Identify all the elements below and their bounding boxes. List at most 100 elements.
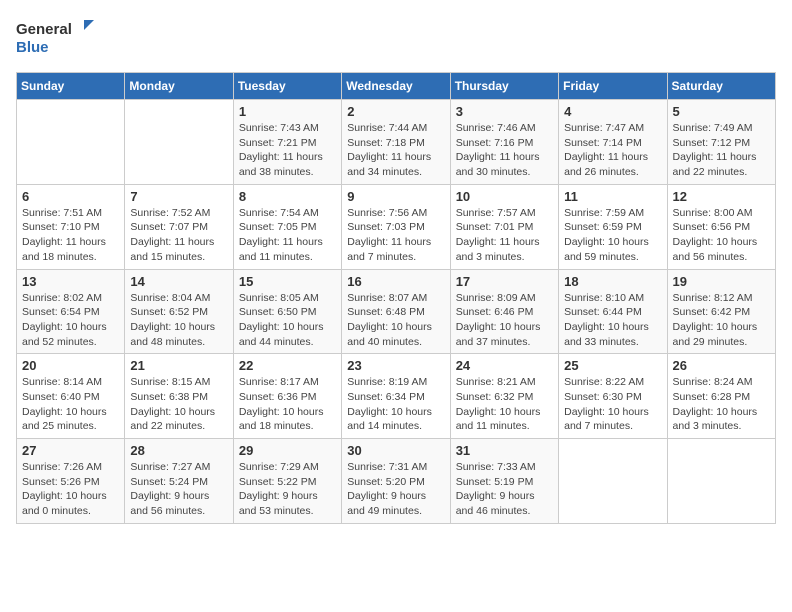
day-number: 3 bbox=[456, 104, 553, 119]
day-number: 4 bbox=[564, 104, 661, 119]
day-info: Sunrise: 8:14 AM Sunset: 6:40 PM Dayligh… bbox=[22, 375, 119, 434]
header-row: SundayMondayTuesdayWednesdayThursdayFrid… bbox=[17, 73, 776, 100]
day-number: 24 bbox=[456, 358, 553, 373]
day-number: 25 bbox=[564, 358, 661, 373]
day-info: Sunrise: 8:22 AM Sunset: 6:30 PM Dayligh… bbox=[564, 375, 661, 434]
day-info: Sunrise: 7:56 AM Sunset: 7:03 PM Dayligh… bbox=[347, 206, 444, 265]
day-info: Sunrise: 7:47 AM Sunset: 7:14 PM Dayligh… bbox=[564, 121, 661, 180]
day-cell: 29 Sunrise: 7:29 AM Sunset: 5:22 PM Dayli… bbox=[233, 439, 341, 524]
day-cell bbox=[17, 100, 125, 185]
week-row-1: 1 Sunrise: 7:43 AM Sunset: 7:21 PM Daylig… bbox=[17, 100, 776, 185]
day-info: Sunrise: 8:05 AM Sunset: 6:50 PM Dayligh… bbox=[239, 291, 336, 350]
day-number: 2 bbox=[347, 104, 444, 119]
day-info: Sunrise: 7:29 AM Sunset: 5:22 PM Dayligh… bbox=[239, 460, 336, 519]
column-header-friday: Friday bbox=[559, 73, 667, 100]
day-info: Sunrise: 7:33 AM Sunset: 5:19 PM Dayligh… bbox=[456, 460, 553, 519]
page-header: General Blue bbox=[16, 16, 776, 60]
day-number: 22 bbox=[239, 358, 336, 373]
day-info: Sunrise: 7:59 AM Sunset: 6:59 PM Dayligh… bbox=[564, 206, 661, 265]
day-cell: 17 Sunrise: 8:09 AM Sunset: 6:46 PM Dayli… bbox=[450, 269, 558, 354]
day-number: 30 bbox=[347, 443, 444, 458]
week-row-3: 13 Sunrise: 8:02 AM Sunset: 6:54 PM Dayli… bbox=[17, 269, 776, 354]
column-header-sunday: Sunday bbox=[17, 73, 125, 100]
day-info: Sunrise: 7:57 AM Sunset: 7:01 PM Dayligh… bbox=[456, 206, 553, 265]
day-number: 6 bbox=[22, 189, 119, 204]
day-cell: 21 Sunrise: 8:15 AM Sunset: 6:38 PM Dayli… bbox=[125, 354, 233, 439]
day-number: 28 bbox=[130, 443, 227, 458]
day-number: 15 bbox=[239, 274, 336, 289]
day-cell: 22 Sunrise: 8:17 AM Sunset: 6:36 PM Dayli… bbox=[233, 354, 341, 439]
day-info: Sunrise: 7:54 AM Sunset: 7:05 PM Dayligh… bbox=[239, 206, 336, 265]
day-cell bbox=[559, 439, 667, 524]
day-info: Sunrise: 7:46 AM Sunset: 7:16 PM Dayligh… bbox=[456, 121, 553, 180]
day-info: Sunrise: 8:15 AM Sunset: 6:38 PM Dayligh… bbox=[130, 375, 227, 434]
day-info: Sunrise: 7:31 AM Sunset: 5:20 PM Dayligh… bbox=[347, 460, 444, 519]
week-row-4: 20 Sunrise: 8:14 AM Sunset: 6:40 PM Dayli… bbox=[17, 354, 776, 439]
day-info: Sunrise: 7:43 AM Sunset: 7:21 PM Dayligh… bbox=[239, 121, 336, 180]
day-cell: 4 Sunrise: 7:47 AM Sunset: 7:14 PM Daylig… bbox=[559, 100, 667, 185]
day-cell: 28 Sunrise: 7:27 AM Sunset: 5:24 PM Dayli… bbox=[125, 439, 233, 524]
column-header-monday: Monday bbox=[125, 73, 233, 100]
day-number: 5 bbox=[673, 104, 770, 119]
day-number: 12 bbox=[673, 189, 770, 204]
day-cell: 16Sunrise: 8:07 AM Sunset: 6:48 PM Dayli… bbox=[342, 269, 450, 354]
day-cell: 24 Sunrise: 8:21 AM Sunset: 6:32 PM Dayli… bbox=[450, 354, 558, 439]
day-number: 8 bbox=[239, 189, 336, 204]
day-info: Sunrise: 7:44 AM Sunset: 7:18 PM Dayligh… bbox=[347, 121, 444, 180]
day-cell: 23 Sunrise: 8:19 AM Sunset: 6:34 PM Dayli… bbox=[342, 354, 450, 439]
column-header-saturday: Saturday bbox=[667, 73, 775, 100]
day-info: Sunrise: 7:27 AM Sunset: 5:24 PM Dayligh… bbox=[130, 460, 227, 519]
day-number: 9 bbox=[347, 189, 444, 204]
day-cell bbox=[667, 439, 775, 524]
day-number: 21 bbox=[130, 358, 227, 373]
day-info: Sunrise: 8:10 AM Sunset: 6:44 PM Dayligh… bbox=[564, 291, 661, 350]
day-number: 14 bbox=[130, 274, 227, 289]
day-info: Sunrise: 7:52 AM Sunset: 7:07 PM Dayligh… bbox=[130, 206, 227, 265]
day-info: Sunrise: 8:21 AM Sunset: 6:32 PM Dayligh… bbox=[456, 375, 553, 434]
day-number: 26 bbox=[673, 358, 770, 373]
day-cell: 31Sunrise: 7:33 AM Sunset: 5:19 PM Dayli… bbox=[450, 439, 558, 524]
day-info: Sunrise: 8:12 AM Sunset: 6:42 PM Dayligh… bbox=[673, 291, 770, 350]
day-info: Sunrise: 8:09 AM Sunset: 6:46 PM Dayligh… bbox=[456, 291, 553, 350]
day-cell: 25 Sunrise: 8:22 AM Sunset: 6:30 PM Dayli… bbox=[559, 354, 667, 439]
column-header-wednesday: Wednesday bbox=[342, 73, 450, 100]
day-cell: 26 Sunrise: 8:24 AM Sunset: 6:28 PM Dayli… bbox=[667, 354, 775, 439]
svg-text:General: General bbox=[16, 21, 72, 38]
day-cell: 3 Sunrise: 7:46 AM Sunset: 7:16 PM Daylig… bbox=[450, 100, 558, 185]
day-number: 1 bbox=[239, 104, 336, 119]
day-number: 19 bbox=[673, 274, 770, 289]
day-info: Sunrise: 7:49 AM Sunset: 7:12 PM Dayligh… bbox=[673, 121, 770, 180]
day-number: 11 bbox=[564, 189, 661, 204]
day-info: Sunrise: 8:04 AM Sunset: 6:52 PM Dayligh… bbox=[130, 291, 227, 350]
svg-text:Blue: Blue bbox=[16, 39, 49, 56]
day-cell: 8 Sunrise: 7:54 AM Sunset: 7:05 PM Daylig… bbox=[233, 184, 341, 269]
day-info: Sunrise: 8:19 AM Sunset: 6:34 PM Dayligh… bbox=[347, 375, 444, 434]
day-cell bbox=[125, 100, 233, 185]
day-number: 23 bbox=[347, 358, 444, 373]
day-number: 27 bbox=[22, 443, 119, 458]
day-number: 20 bbox=[22, 358, 119, 373]
day-info: Sunrise: 8:02 AM Sunset: 6:54 PM Dayligh… bbox=[22, 291, 119, 350]
day-info: Sunrise: 8:17 AM Sunset: 6:36 PM Dayligh… bbox=[239, 375, 336, 434]
day-number: 13 bbox=[22, 274, 119, 289]
day-cell: 2 Sunrise: 7:44 AM Sunset: 7:18 PM Daylig… bbox=[342, 100, 450, 185]
day-cell: 15 Sunrise: 8:05 AM Sunset: 6:50 PM Dayli… bbox=[233, 269, 341, 354]
day-cell: 18Sunrise: 8:10 AM Sunset: 6:44 PM Dayli… bbox=[559, 269, 667, 354]
day-cell: 5 Sunrise: 7:49 AM Sunset: 7:12 PM Daylig… bbox=[667, 100, 775, 185]
day-info: Sunrise: 8:07 AM Sunset: 6:48 PM Dayligh… bbox=[347, 291, 444, 350]
day-info: Sunrise: 7:51 AM Sunset: 7:10 PM Dayligh… bbox=[22, 206, 119, 265]
day-cell: 12Sunrise: 8:00 AM Sunset: 6:56 PM Dayli… bbox=[667, 184, 775, 269]
column-header-thursday: Thursday bbox=[450, 73, 558, 100]
day-number: 17 bbox=[456, 274, 553, 289]
day-cell: 19 Sunrise: 8:12 AM Sunset: 6:42 PM Dayli… bbox=[667, 269, 775, 354]
day-cell: 9 Sunrise: 7:56 AM Sunset: 7:03 PM Daylig… bbox=[342, 184, 450, 269]
day-cell: 10Sunrise: 7:57 AM Sunset: 7:01 PM Dayli… bbox=[450, 184, 558, 269]
day-number: 7 bbox=[130, 189, 227, 204]
day-info: Sunrise: 8:24 AM Sunset: 6:28 PM Dayligh… bbox=[673, 375, 770, 434]
day-cell: 11 Sunrise: 7:59 AM Sunset: 6:59 PM Dayli… bbox=[559, 184, 667, 269]
day-cell: 30 Sunrise: 7:31 AM Sunset: 5:20 PM Dayli… bbox=[342, 439, 450, 524]
logo: General Blue bbox=[16, 16, 96, 60]
day-cell: 14 Sunrise: 8:04 AM Sunset: 6:52 PM Dayli… bbox=[125, 269, 233, 354]
day-number: 29 bbox=[239, 443, 336, 458]
day-cell: 6 Sunrise: 7:51 AM Sunset: 7:10 PM Daylig… bbox=[17, 184, 125, 269]
